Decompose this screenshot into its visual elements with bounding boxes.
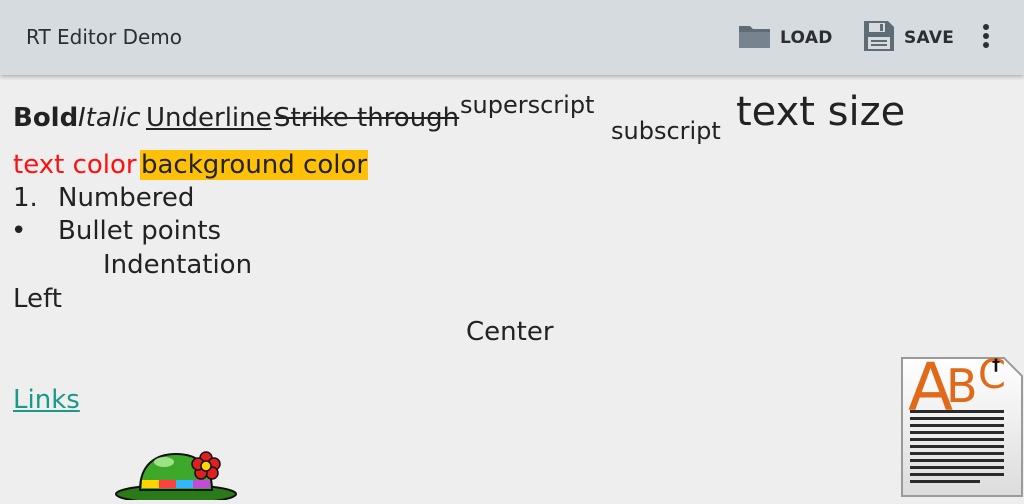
numbered-list-item: Numbered — [58, 183, 195, 213]
clown-hat-image — [114, 448, 244, 504]
bullet-marker: • — [11, 216, 27, 246]
background-color-text: background color — [140, 150, 369, 180]
bullet-list-item: Bullet points — [58, 216, 222, 246]
indented-text: Indentation — [103, 250, 253, 280]
more-vert-icon — [982, 23, 990, 53]
subscript-text: subscript — [611, 117, 721, 145]
numbered-list-marker: 1. — [13, 183, 38, 213]
load-label: LOAD — [780, 28, 833, 48]
overflow-menu-button[interactable] — [972, 18, 1000, 58]
text-size-text: text size — [736, 89, 906, 135]
save-label: SAVE — [904, 28, 955, 48]
left-aligned-text: Left — [13, 284, 62, 314]
underline-text: Underline — [146, 103, 272, 133]
floppy-disk-icon — [862, 19, 896, 57]
superscript-text: superscript — [460, 91, 595, 119]
rich-text-document-icon[interactable]: A B C † — [894, 348, 1024, 500]
text-color-text: text color — [13, 150, 137, 180]
strikethrough-text: Strike through — [274, 103, 460, 133]
bold-text: Bold — [13, 103, 79, 133]
svg-text:B: B — [946, 359, 978, 413]
center-aligned-text: Center — [466, 317, 554, 347]
save-button[interactable]: SAVE — [862, 18, 954, 58]
svg-text:†: † — [992, 355, 1000, 374]
rich-text-editor[interactable]: Bold Italic Underline Strike through sup… — [0, 75, 1024, 500]
link-text[interactable]: Links — [13, 385, 80, 415]
app-title: RT Editor Demo — [26, 25, 182, 49]
app-bar: RT Editor Demo LOAD SAVE — [0, 0, 1024, 75]
folder-icon — [738, 22, 772, 54]
load-button[interactable]: LOAD — [738, 18, 833, 58]
italic-text: Italic — [78, 103, 141, 133]
